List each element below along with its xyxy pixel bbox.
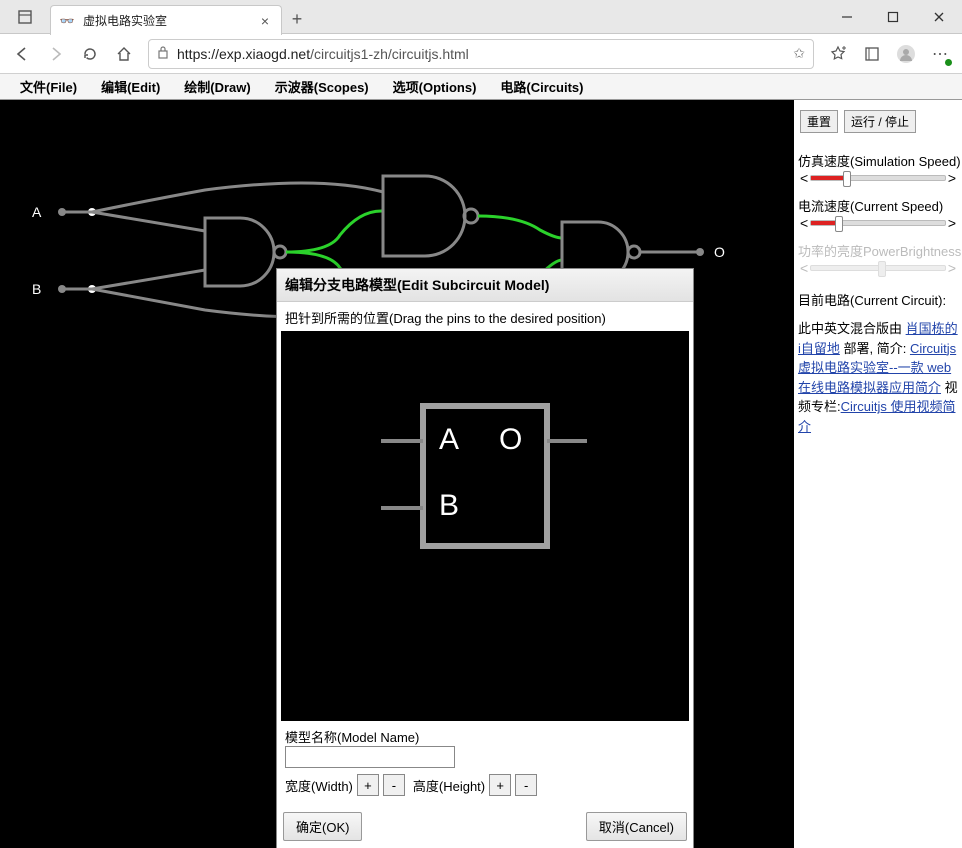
sim-speed-inc[interactable]: > bbox=[946, 170, 958, 186]
forward-button[interactable] bbox=[40, 38, 72, 70]
label-o: O bbox=[714, 244, 725, 260]
brightness-dec: < bbox=[798, 260, 810, 276]
current-speed-dec[interactable]: < bbox=[798, 215, 810, 231]
menu-edit[interactable]: 编辑(Edit) bbox=[89, 77, 172, 96]
current-speed-slider[interactable] bbox=[810, 220, 946, 226]
circuit-canvas[interactable]: A B O 编辑分支电路模型(Edit Subcircuit Model) 把针… bbox=[0, 100, 794, 848]
brightness-slider bbox=[810, 265, 946, 271]
browser-tab[interactable]: 👓 虚拟电路实验室 × bbox=[50, 5, 282, 35]
height-label: 高度(Height) bbox=[413, 776, 485, 795]
about-paragraph: 此中英文混合版由 肖国栋的i自留地 部署, 简介: Circuitjs 虚拟电路… bbox=[798, 319, 958, 436]
profile-icon[interactable] bbox=[890, 38, 922, 70]
window-close-button[interactable] bbox=[916, 0, 962, 33]
current-speed-inc[interactable]: > bbox=[946, 215, 958, 231]
brightness-label: 功率的亮度PowerBrightness bbox=[798, 241, 958, 260]
menu-options[interactable]: 选项(Options) bbox=[381, 77, 489, 96]
tab-title: 虚拟电路实验室 bbox=[83, 12, 257, 29]
width-plus-button[interactable]: + bbox=[357, 774, 379, 796]
back-button[interactable] bbox=[6, 38, 38, 70]
pin-b-label[interactable]: B bbox=[439, 489, 459, 523]
sim-speed-dec[interactable]: < bbox=[798, 170, 810, 186]
tab-actions-icon[interactable] bbox=[0, 0, 50, 34]
run-stop-button[interactable]: 运行 / 停止 bbox=[844, 110, 916, 133]
dialog-title: 编辑分支电路模型(Edit Subcircuit Model) bbox=[277, 269, 693, 302]
lock-icon bbox=[157, 45, 169, 62]
height-minus-button[interactable]: - bbox=[515, 774, 537, 796]
home-button[interactable] bbox=[108, 38, 140, 70]
menu-circuits[interactable]: 电路(Circuits) bbox=[488, 77, 595, 96]
model-name-label: 模型名称(Model Name) bbox=[285, 730, 419, 745]
cancel-button[interactable]: 取消(Cancel) bbox=[586, 812, 687, 841]
window-maximize-button[interactable] bbox=[870, 0, 916, 33]
window-minimize-button[interactable] bbox=[824, 0, 870, 33]
sim-speed-slider[interactable] bbox=[810, 175, 946, 181]
ok-button[interactable]: 确定(OK) bbox=[283, 812, 362, 841]
label-a: A bbox=[32, 204, 41, 220]
favorites-icon[interactable] bbox=[822, 38, 854, 70]
more-icon[interactable]: ⋯ bbox=[924, 38, 956, 70]
current-speed-label: 电流速度(Current Speed) bbox=[798, 196, 958, 215]
menu-draw[interactable]: 绘制(Draw) bbox=[172, 77, 262, 96]
subcircuit-canvas[interactable]: A O B bbox=[281, 331, 689, 721]
height-plus-button[interactable]: + bbox=[489, 774, 511, 796]
brightness-inc: > bbox=[946, 260, 958, 276]
sidebar: 重置 运行 / 停止 仿真速度(Simulation Speed) < > 电流… bbox=[794, 100, 962, 848]
width-minus-button[interactable]: - bbox=[383, 774, 405, 796]
label-b: B bbox=[32, 281, 41, 297]
collections-icon[interactable] bbox=[856, 38, 888, 70]
reader-icon[interactable]: ✩ bbox=[793, 45, 805, 62]
width-label: 宽度(Width) bbox=[285, 776, 353, 795]
tab-close-icon[interactable]: × bbox=[257, 13, 273, 29]
pin-o-label[interactable]: O bbox=[499, 423, 522, 457]
address-bar[interactable]: https://exp.xiaogd.net/circuitjs1-zh/cir… bbox=[148, 39, 814, 69]
edit-subcircuit-dialog: 编辑分支电路模型(Edit Subcircuit Model) 把针到所需的位置… bbox=[276, 268, 694, 848]
model-name-input[interactable] bbox=[285, 746, 455, 768]
menu-scopes[interactable]: 示波器(Scopes) bbox=[263, 77, 381, 96]
favicon-icon: 👓 bbox=[59, 13, 75, 29]
pin-a-label[interactable]: A bbox=[439, 423, 459, 457]
sim-speed-label: 仿真速度(Simulation Speed) bbox=[798, 151, 958, 170]
dialog-hint: 把针到所需的位置(Drag the pins to the desired po… bbox=[281, 306, 689, 331]
current-circuit-label: 目前电路(Current Circuit): bbox=[798, 290, 958, 309]
reset-button[interactable]: 重置 bbox=[800, 110, 838, 133]
url-text: https://exp.xiaogd.net/circuitjs1-zh/cir… bbox=[177, 46, 793, 62]
menu-file[interactable]: 文件(File) bbox=[8, 77, 89, 96]
app-menubar: 文件(File) 编辑(Edit) 绘制(Draw) 示波器(Scopes) 选… bbox=[0, 74, 962, 100]
new-tab-button[interactable]: + bbox=[282, 0, 312, 34]
refresh-button[interactable] bbox=[74, 38, 106, 70]
